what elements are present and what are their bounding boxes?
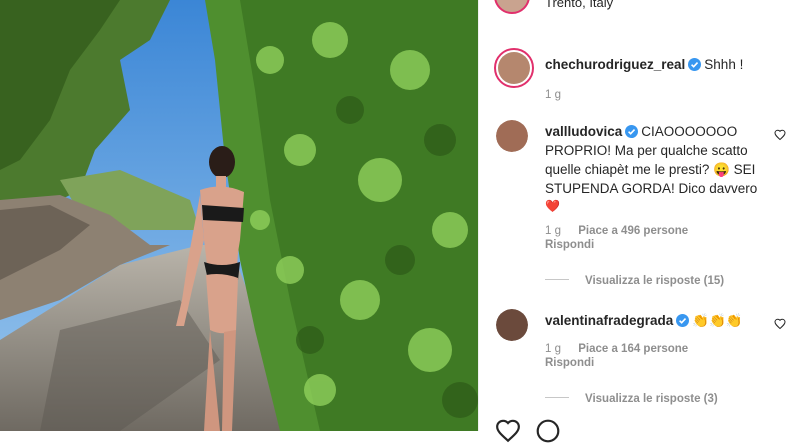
caption-username[interactable]: chechurodriguez_real [545,57,685,72]
reply-button[interactable]: Rispondi [545,239,594,251]
caption-avatar[interactable] [494,48,534,88]
comment-likes[interactable]: Piace a 164 persone [578,343,688,355]
comments-panel: Trento, Italy chechurodriguez_real Shhh !… [478,0,807,443]
post-photo[interactable] [0,0,478,431]
caption-time: 1 g [545,89,561,101]
comment-time: 1 g [545,225,561,237]
view-replies[interactable]: Visualizza le risposte (15) [545,271,724,289]
heart-emoji: ❤️ [545,199,560,213]
verified-badge-icon [676,314,690,327]
verified-badge-icon [625,125,639,138]
view-replies[interactable]: Visualizza le risposte (3) [545,389,718,407]
comment-username[interactable]: valentinafradegrada [545,313,673,328]
photo-illustration [0,0,478,431]
post-location[interactable]: Trento, Italy [545,0,613,10]
comment-time: 1 g [545,343,561,355]
like-icon[interactable] [774,129,786,141]
divider-line [545,397,569,399]
comment-body: vallludovica CIAOOOOOOO PROPRIO! Ma per q… [545,122,767,214]
comment-icon[interactable] [535,418,561,444]
comment-body: valentinafradegrada 👏👏👏 [545,311,767,330]
comment-text: 👏👏👏 [692,313,743,328]
comment-meta: 1 g Piace a 164 persone [545,343,688,355]
comment-avatar[interactable] [496,309,528,341]
heart-outline-icon[interactable] [495,418,521,444]
caption-text: Shhh ! [704,57,744,72]
reply-button[interactable]: Rispondi [545,357,594,369]
view-replies-label[interactable]: Visualizza le risposte (15) [585,275,724,287]
comment-likes[interactable]: Piace a 496 persone [578,225,688,237]
post-author-avatar[interactable] [494,0,530,14]
comment-meta: 1 g Piace a 496 persone [545,225,688,237]
comment-avatar[interactable] [496,120,528,152]
view-replies-label[interactable]: Visualizza le risposte (3) [585,393,718,405]
divider-line [545,279,569,281]
verified-badge-icon [688,58,702,71]
comment-username[interactable]: vallludovica [545,124,622,139]
caption: chechurodriguez_real Shhh ! [545,55,795,74]
like-icon[interactable] [774,318,786,330]
